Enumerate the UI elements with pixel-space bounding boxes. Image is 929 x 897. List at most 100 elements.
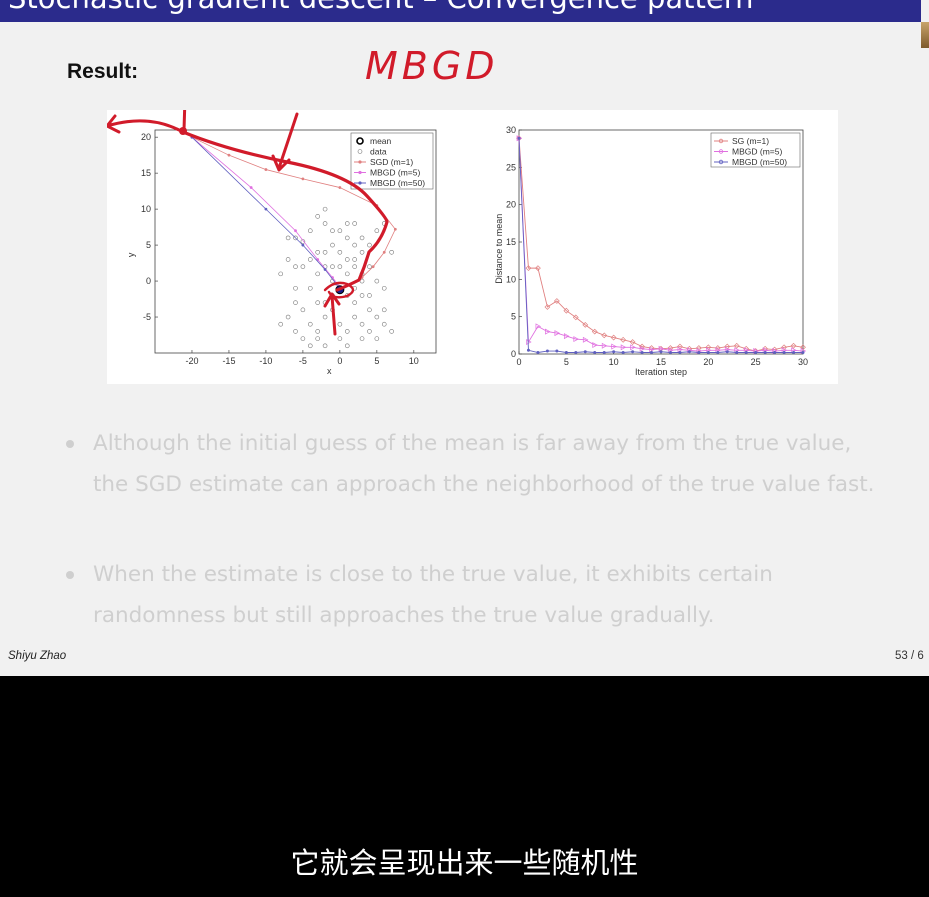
distance-point (716, 351, 720, 355)
distance-point (583, 350, 587, 354)
trajectory-point (264, 207, 268, 211)
distance-point (763, 351, 767, 355)
distance-point (545, 349, 549, 353)
distance-x-tick-label: 10 (609, 357, 619, 367)
distance-x-tick-label: 5 (564, 357, 569, 367)
distance-point (526, 348, 530, 352)
data-point (322, 249, 328, 255)
distance-y-tick-label: 20 (506, 200, 516, 210)
data-point (293, 285, 298, 291)
legend-swatch (356, 137, 364, 145)
video-subtitle: 它就会呈现出来一些随机性 (290, 846, 639, 880)
data-point (322, 343, 328, 349)
scatter-y-tick-label: 0 (146, 276, 151, 286)
data-point (307, 321, 313, 327)
data-point (359, 249, 365, 255)
distance-point (640, 351, 644, 355)
result-label: Result: (67, 60, 139, 83)
bullet-text: Although the initial guess of the mean i… (93, 431, 875, 497)
annotation-arrow-center (323, 292, 341, 336)
distance-y-tick-label: 10 (506, 274, 516, 284)
distance-y-tick-label: 0 (511, 349, 516, 359)
trajectory-point (323, 268, 327, 271)
data-point (381, 307, 387, 313)
data-point (337, 336, 343, 341)
distance-point (792, 351, 796, 355)
scatter-legend: meandataSGD (m=1)MBGD (m=5)MBGD (m=50) (350, 132, 434, 190)
handwritten-note: MBGD (365, 44, 499, 88)
distance-series-line (518, 138, 804, 352)
distance-point (801, 351, 805, 355)
data-point (381, 321, 387, 327)
result-figure: -20 -15 -10 -5 0 5 10 -5 0 5 10 15 20 x y mean data SG… (107, 110, 838, 384)
data-point (344, 329, 350, 334)
data-point (300, 307, 306, 313)
data-point (344, 271, 350, 277)
data-point (352, 314, 357, 320)
data-point (374, 314, 380, 320)
distance-legend-label: MBGD (m=5) (732, 147, 782, 157)
distance-point (706, 351, 710, 355)
data-point (322, 221, 328, 226)
scatter-legend-label: MBGD (m=5) (370, 168, 420, 178)
data-point (374, 336, 380, 341)
data-point (337, 321, 343, 327)
scatter-legend-label: MBGD (m=50) (370, 178, 425, 188)
data-point (315, 336, 320, 341)
bullet-dot (66, 571, 74, 579)
distance-x-tick-label: 0 (516, 357, 521, 367)
data-point (322, 314, 328, 320)
distance-plot: 0 5 10 15 20 25 30051015202530 Iteration step … (494, 125, 808, 377)
data-point (389, 249, 394, 255)
data-point (352, 257, 357, 262)
scatter-y-label: y (126, 252, 136, 257)
data-point (359, 235, 365, 241)
scatter-x-tick-label: -20 (185, 356, 198, 366)
distance-legend-label: SG (m=1) (732, 136, 769, 146)
distance-y-tick-label: 15 (506, 237, 516, 247)
distance-point (725, 350, 729, 354)
annotation-arrow-up (182, 110, 187, 132)
distance-y-label: Distance to mean (494, 214, 504, 284)
data-point (285, 257, 291, 262)
presenter-thumbnail (921, 22, 929, 48)
distance-point (593, 351, 597, 355)
distance-point (602, 351, 606, 355)
scatter-y-tick-label: 10 (141, 204, 151, 214)
data-point (352, 242, 357, 248)
distance-point (621, 351, 625, 355)
data-point (337, 264, 343, 269)
data-point (352, 264, 357, 269)
distance-point (773, 351, 777, 355)
distance-point (697, 351, 701, 355)
distance-x-tick-label: 15 (656, 357, 666, 367)
trajectory-line (191, 136, 341, 290)
data-point (344, 257, 350, 262)
data-point (374, 228, 380, 234)
scatter-x-tick-label: -10 (259, 356, 272, 366)
distance-legend: SG (m=1)MBGD (m=5)MBGD (m=50) (710, 132, 801, 168)
scatter-x-label: x (327, 366, 332, 376)
bullet-1: Although the initial guess of the mean i… (66, 423, 876, 505)
title-bar: Stochastic gradient descent – Convergenc… (0, 0, 921, 22)
data-point (315, 329, 320, 334)
trajectory-point (301, 177, 305, 181)
distance-series (516, 135, 807, 355)
data-point (293, 264, 298, 269)
distance-point (782, 351, 786, 355)
data-point (285, 314, 291, 320)
data-point (374, 278, 380, 284)
data-point (367, 293, 372, 298)
distance-x-tick-label: 30 (798, 357, 808, 367)
data-point (285, 235, 291, 241)
slide-title: Stochastic gradient descent – Convergenc… (8, 0, 754, 15)
trajectory-point (301, 243, 305, 247)
distance-y-tick-label: 25 (506, 162, 516, 172)
data-point (307, 228, 313, 234)
data-point (300, 336, 306, 341)
annotation-start-dot (179, 127, 187, 135)
scatter-y-tick-label: -5 (143, 312, 151, 322)
author: Shiyu Zhao (8, 650, 67, 662)
data-point (322, 206, 328, 212)
slide: Stochastic gradient descent – Convergenc… (0, 0, 929, 676)
